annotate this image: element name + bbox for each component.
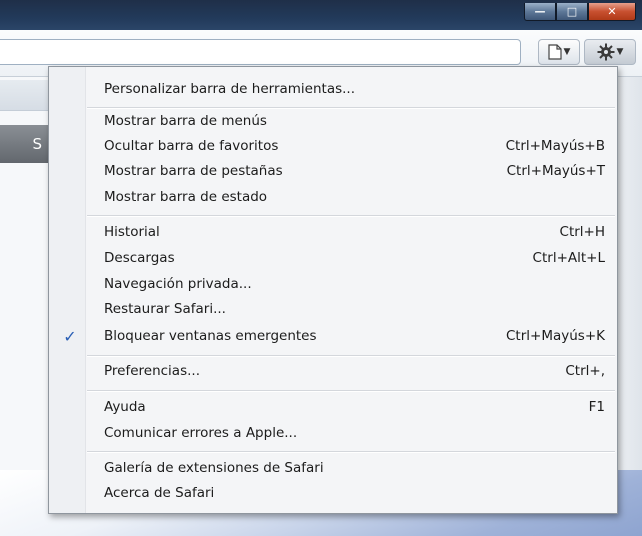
background-tab[interactable]: S xyxy=(0,125,48,163)
menu-item-label: Personalizar barra de herramientas... xyxy=(104,81,356,97)
menu-item-label: Ocultar barra de favoritos xyxy=(104,138,279,154)
address-field[interactable] xyxy=(0,39,521,65)
menu-item-shortcut: Ctrl+Alt+L xyxy=(532,250,605,266)
menu-item-private-browsing[interactable]: Navegación privada... xyxy=(49,272,617,296)
menu-item-extensions-gallery[interactable]: Galería de extensiones de Safari xyxy=(49,456,617,480)
menu-item-shortcut: F1 xyxy=(588,399,605,415)
menu-item-about-safari[interactable]: Acerca de Safari xyxy=(49,481,617,505)
menu-item-label: Restaurar Safari... xyxy=(104,301,226,317)
checkmark-icon: ✓ xyxy=(63,326,77,346)
chevron-down-icon: ▼ xyxy=(616,47,624,57)
menu-item-history[interactable]: Historial Ctrl+H xyxy=(49,220,617,244)
menu-separator xyxy=(87,355,615,357)
maximize-button[interactable]: □ xyxy=(556,3,588,21)
menu-separator xyxy=(87,390,615,392)
menu-separator xyxy=(87,451,615,453)
menu-item-label: Ayuda xyxy=(104,399,146,415)
menu-item-show-menu-bar[interactable]: Mostrar barra de menús xyxy=(49,109,617,133)
menu-item-label: Descargas xyxy=(104,250,175,266)
menu-separator xyxy=(87,215,615,217)
window-controls: — □ ✕ xyxy=(524,3,636,21)
menu-item-label: Galería de extensiones de Safari xyxy=(104,460,324,476)
chevron-down-icon: ▼ xyxy=(563,47,571,57)
menu-item-show-tab-bar[interactable]: Mostrar barra de pestañas Ctrl+Mayús+T xyxy=(49,159,617,183)
menu-item-downloads[interactable]: Descargas Ctrl+Alt+L xyxy=(49,246,617,270)
menu-item-shortcut: Ctrl+H xyxy=(559,224,605,240)
settings-dropdown-menu: Personalizar barra de herramientas... Mo… xyxy=(48,66,618,514)
menu-item-label: Acerca de Safari xyxy=(104,485,215,501)
menu-item-preferences[interactable]: Preferencias... Ctrl+, xyxy=(49,359,617,383)
menu-item-block-popups[interactable]: ✓ Bloquear ventanas emergentes Ctrl+Mayú… xyxy=(49,324,617,348)
page-menu-button[interactable]: ▼ xyxy=(538,39,580,65)
menu-item-label: Navegación privada... xyxy=(104,276,252,292)
menu-item-report-bugs[interactable]: Comunicar errores a Apple... xyxy=(49,421,617,445)
menu-item-reset-safari[interactable]: Restaurar Safari... xyxy=(49,297,617,321)
menu-item-shortcut: Ctrl+Mayús+K xyxy=(506,328,605,344)
page-icon xyxy=(547,44,562,60)
menu-item-label: Mostrar barra de pestañas xyxy=(104,163,283,179)
menu-item-label: Preferencias... xyxy=(104,363,200,379)
menu-item-label: Mostrar barra de menús xyxy=(104,113,267,129)
minimize-button[interactable]: — xyxy=(524,3,556,21)
window-titlebar: — □ ✕ xyxy=(0,0,642,30)
menu-item-shortcut: Ctrl+Mayús+T xyxy=(506,163,605,179)
menu-item-customize-toolbar[interactable]: Personalizar barra de herramientas... xyxy=(49,77,617,101)
menu-item-shortcut: Ctrl+, xyxy=(565,363,605,379)
menu-item-label: Historial xyxy=(104,224,160,240)
menu-item-hide-favorites-bar[interactable]: Ocultar barra de favoritos Ctrl+Mayús+B xyxy=(49,134,617,158)
menu-item-label: Mostrar barra de estado xyxy=(104,189,268,205)
menu-item-label: Bloquear ventanas emergentes xyxy=(104,328,317,344)
menu-item-label: Comunicar errores a Apple... xyxy=(104,425,298,441)
gear-icon xyxy=(597,43,615,61)
menu-item-show-status-bar[interactable]: Mostrar barra de estado xyxy=(49,185,617,209)
menu-item-help[interactable]: Ayuda F1 xyxy=(49,395,617,419)
menu-item-shortcut: Ctrl+Mayús+B xyxy=(505,138,605,154)
settings-menu-button[interactable]: ▼ xyxy=(584,39,636,65)
close-button[interactable]: ✕ xyxy=(588,3,636,21)
